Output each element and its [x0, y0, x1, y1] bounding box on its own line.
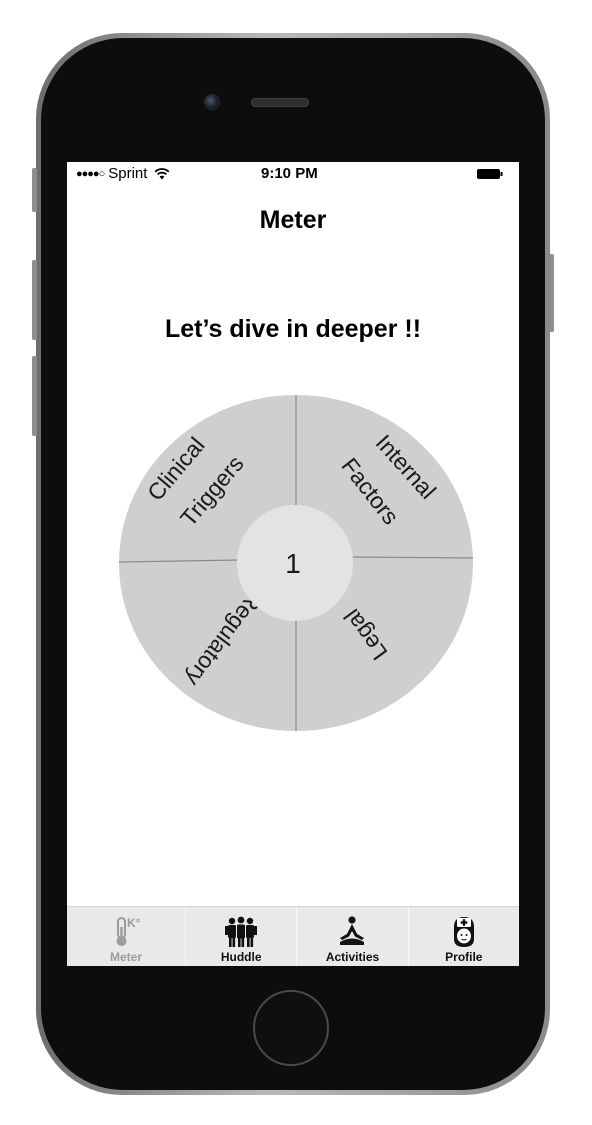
earpiece-speaker — [251, 98, 309, 107]
tab-profile[interactable]: Profile — [407, 907, 519, 966]
tab-activities[interactable]: Activities — [296, 907, 407, 966]
home-button[interactable] — [253, 990, 329, 1066]
power-button — [549, 254, 554, 332]
signal-strength-icon: ●●●●○ — [76, 167, 105, 180]
carrier-name: Sprint — [108, 165, 148, 182]
status-bar: ●●●●○ Sprint 9:10 PM — [67, 162, 519, 186]
tab-huddle-label: Huddle — [220, 950, 262, 964]
tab-huddle[interactable]: Huddle — [185, 907, 296, 966]
screen: ●●●●○ Sprint 9:10 PM Meter Let’s dive in… — [67, 162, 519, 966]
battery-icon — [477, 169, 503, 179]
group-icon — [225, 916, 258, 947]
wifi-icon — [154, 168, 170, 180]
tab-profile-label: Profile — [445, 950, 483, 964]
center-value: 1 — [285, 548, 301, 579]
carrier-group: ●●●●○ Sprint — [76, 165, 170, 182]
svg-text:K°: K° — [127, 916, 141, 930]
mute-switch — [32, 168, 37, 212]
volume-down-button — [32, 356, 37, 436]
tab-activities-label: Activities — [325, 950, 380, 964]
meditation-icon — [340, 916, 365, 945]
nurse-icon — [453, 917, 474, 947]
tab-bar: K° Meter Huddle Activities Profile — [67, 906, 519, 966]
front-camera — [204, 94, 220, 110]
thermometer-icon: K° — [116, 916, 141, 946]
volume-up-button — [32, 260, 37, 340]
headline: Let’s dive in deeper !! — [164, 315, 422, 343]
category-wheel: Clinical Triggers Internal Factors Legal… — [118, 395, 474, 731]
status-time: 9:10 PM — [261, 165, 318, 182]
tab-meter[interactable]: K° Meter — [67, 907, 185, 966]
tab-meter-label: Meter — [109, 950, 142, 964]
page-title: Meter — [259, 206, 327, 234]
